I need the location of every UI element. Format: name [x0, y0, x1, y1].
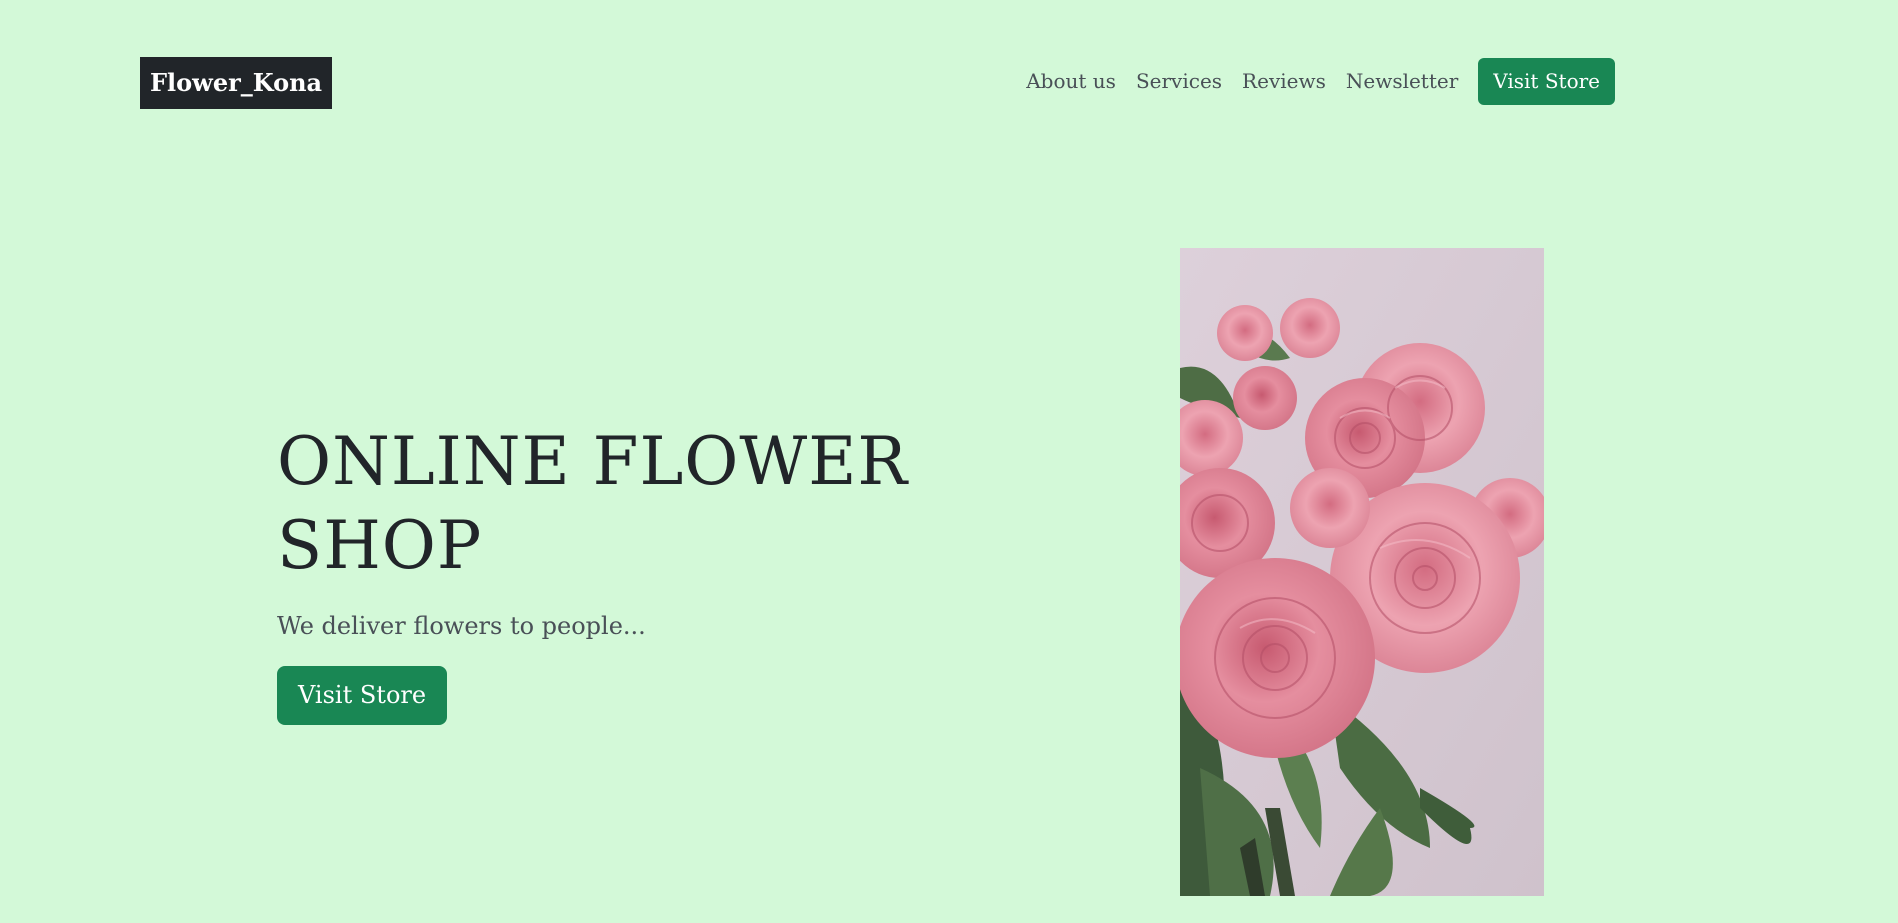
hero-subtitle: We deliver flowers to people...: [277, 612, 646, 640]
nav-link-about-us[interactable]: About us: [1016, 58, 1126, 105]
nav-link-newsletter[interactable]: Newsletter: [1336, 58, 1468, 105]
nav-visit-store-button[interactable]: Visit Store: [1478, 58, 1615, 105]
nav-links: About us Services Reviews Newsletter Vis…: [1016, 58, 1615, 105]
hero-roses-image: [1180, 248, 1544, 896]
nav-link-reviews[interactable]: Reviews: [1232, 58, 1336, 105]
hero-visit-store-button[interactable]: Visit Store: [277, 666, 448, 725]
navbar: Flower_Kona About us Services Reviews Ne…: [0, 0, 1898, 166]
brand-logo[interactable]: Flower_Kona: [140, 57, 333, 109]
nav-link-services[interactable]: Services: [1126, 58, 1232, 105]
hero-title: ONLINE FLOWER SHOP: [277, 423, 909, 584]
